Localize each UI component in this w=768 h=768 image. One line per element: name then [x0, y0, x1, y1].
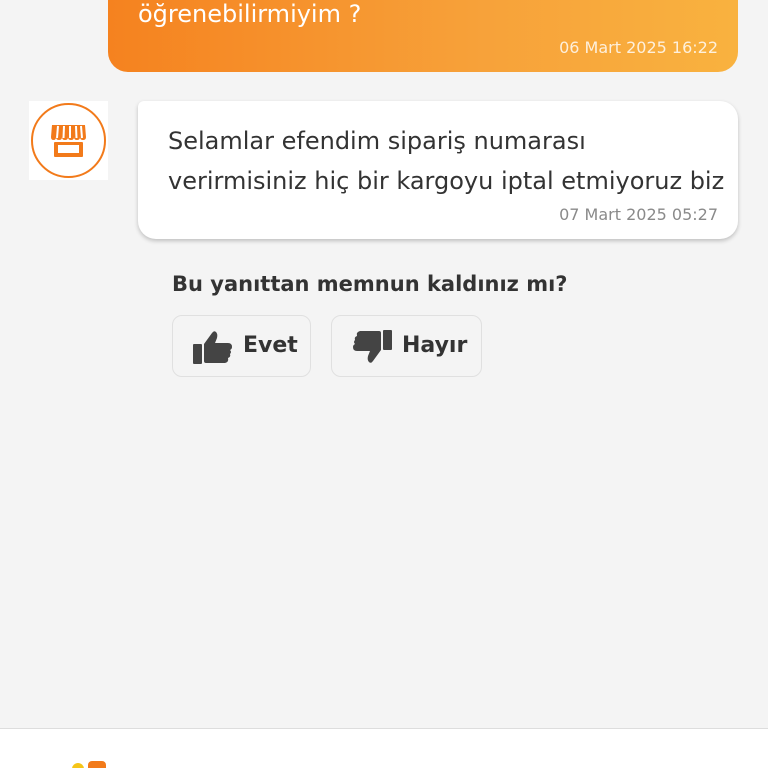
chat-screen: öğrenebilirmiyim ? 06 Mart 2025 16:22 Se…: [0, 0, 768, 768]
bottom-info-bar: [0, 728, 768, 768]
feedback-no-label: Hayır: [402, 333, 468, 358]
seller-badge-icon: [72, 761, 106, 768]
feedback-question: Bu yanıttan memnun kaldınız mı?: [172, 272, 568, 296]
incoming-message-timestamp: 07 Mart 2025 05:27: [559, 205, 718, 224]
store-icon: [51, 125, 86, 157]
incoming-message-bubble: Selamlar efendim sipariş numarası verirm…: [138, 101, 738, 239]
incoming-message-text: Selamlar efendim sipariş numarası verirm…: [168, 127, 725, 195]
avatar-circle: [31, 103, 106, 178]
outgoing-message-bubble: öğrenebilirmiyim ? 06 Mart 2025 16:22: [108, 0, 738, 72]
feedback-yes-label: Evet: [243, 333, 298, 358]
thumbs-up-icon: [193, 331, 232, 364]
seller-avatar: [29, 101, 108, 180]
outgoing-message-timestamp: 06 Mart 2025 16:22: [559, 38, 718, 57]
feedback-yes-button[interactable]: Evet: [172, 315, 311, 377]
outgoing-message-text: öğrenebilirmiyim ?: [138, 0, 362, 28]
feedback-no-button[interactable]: Hayır: [331, 315, 482, 377]
thumbs-down-icon: [353, 330, 392, 363]
